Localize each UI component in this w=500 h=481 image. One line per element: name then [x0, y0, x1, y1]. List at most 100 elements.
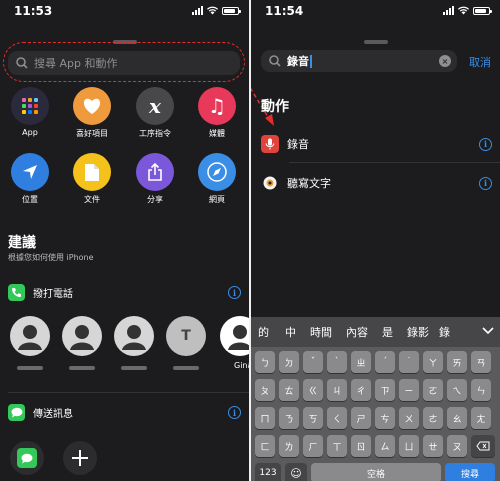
- contact-avatar[interactable]: T: [166, 316, 206, 370]
- category-scripting[interactable]: x 工序指令: [130, 87, 180, 139]
- key[interactable]: ㄍ: [303, 379, 323, 401]
- category-label: 文件: [84, 195, 100, 204]
- music-icon: ♫: [198, 87, 236, 125]
- cancel-button[interactable]: 取消: [469, 54, 491, 70]
- candidate-word[interactable]: 是: [382, 324, 393, 340]
- keyboard: 的 中 時間 內容 是 錄影 錄 ㄅ ㄉ ˇ ˋ ㄓ ˊ ˙ ㄚ ㄞ ㄢ ㄆ ㄊ…: [251, 317, 500, 481]
- key[interactable]: ㄨ: [399, 407, 419, 429]
- key[interactable]: ㄘ: [375, 407, 395, 429]
- key[interactable]: ㄅ: [255, 351, 275, 373]
- key[interactable]: ㄑ: [327, 407, 347, 429]
- key[interactable]: ㄣ: [471, 379, 491, 401]
- contact-avatar[interactable]: [62, 316, 102, 370]
- info-icon[interactable]: i: [479, 137, 492, 151]
- message-icon: [8, 404, 25, 421]
- action-row-dictate[interactable]: 聽寫文字 i: [261, 174, 492, 192]
- candidate-word[interactable]: 錄: [439, 324, 450, 340]
- key[interactable]: ㄡ: [447, 435, 467, 457]
- key[interactable]: ㄙ: [375, 435, 395, 457]
- contact-name: Gina: [234, 361, 249, 370]
- key[interactable]: ㄈ: [255, 435, 275, 457]
- key[interactable]: ㄒ: [327, 435, 347, 457]
- share-icon: [136, 153, 174, 191]
- category-web[interactable]: 網頁: [192, 153, 242, 205]
- candidate-bar: 的 中 時間 內容 是 錄影 錄: [251, 317, 500, 347]
- search-key[interactable]: 搜尋: [445, 463, 495, 481]
- key[interactable]: ㄇ: [255, 407, 275, 429]
- chevron-down-icon[interactable]: [482, 327, 494, 335]
- text-caret: [310, 54, 312, 68]
- sheet-grabber[interactable]: [363, 40, 388, 44]
- search-icon: [269, 55, 281, 67]
- category-favorites[interactable]: 喜好項目: [67, 87, 117, 139]
- key[interactable]: ㄝ: [423, 435, 443, 457]
- category-documents[interactable]: 文件: [67, 153, 117, 205]
- candidate-word[interactable]: 內容: [346, 324, 368, 340]
- key[interactable]: ㄋ: [279, 407, 299, 429]
- status-bar: 11:53: [0, 0, 249, 22]
- key[interactable]: ㄞ: [447, 351, 467, 373]
- key[interactable]: ㄚ: [423, 351, 443, 373]
- contact-avatar[interactable]: [114, 316, 154, 370]
- category-media[interactable]: ♫ 媒體: [192, 87, 242, 139]
- script-icon: x: [136, 87, 174, 125]
- search-icon: [16, 57, 28, 69]
- info-icon[interactable]: i: [228, 406, 241, 419]
- key[interactable]: ㄎ: [303, 407, 323, 429]
- key[interactable]: ㄗ: [375, 379, 395, 401]
- message-suggestion-row[interactable]: 傳送訊息 i: [8, 404, 241, 421]
- category-share[interactable]: 分享: [130, 153, 180, 205]
- action-row-record[interactable]: 錄音 i: [261, 135, 492, 153]
- key[interactable]: ㄏ: [303, 435, 323, 457]
- key[interactable]: ˋ: [327, 351, 347, 373]
- candidate-word[interactable]: 的: [258, 324, 269, 340]
- heart-icon: [73, 87, 111, 125]
- key[interactable]: ˙: [399, 351, 419, 373]
- key[interactable]: ㄤ: [471, 407, 491, 429]
- call-suggestion-row[interactable]: 撥打電話 i: [8, 284, 241, 301]
- key[interactable]: ㄊ: [279, 379, 299, 401]
- add-button[interactable]: [63, 441, 97, 475]
- key[interactable]: ㄆ: [255, 379, 275, 401]
- candidate-word[interactable]: 錄影: [407, 324, 429, 340]
- key[interactable]: ㄩ: [399, 435, 419, 457]
- key[interactable]: ˇ: [303, 351, 323, 373]
- messages-contact-button[interactable]: [10, 441, 44, 475]
- info-icon[interactable]: i: [228, 286, 241, 299]
- key[interactable]: ㄕ: [351, 407, 371, 429]
- key[interactable]: ㄌ: [279, 435, 299, 457]
- emoji-key[interactable]: ☺: [285, 463, 307, 481]
- key[interactable]: ˊ: [375, 351, 395, 373]
- space-key[interactable]: 空格: [311, 463, 441, 481]
- key[interactable]: ㄉ: [279, 351, 299, 373]
- category-label: 分享: [147, 195, 163, 204]
- key[interactable]: ㄔ: [351, 379, 371, 401]
- candidate-word[interactable]: 中: [285, 324, 296, 340]
- category-label: 網頁: [209, 195, 225, 204]
- key[interactable]: ㄓ: [351, 351, 371, 373]
- status-time: 11:54: [265, 4, 304, 18]
- search-field[interactable]: 錄音 ×: [261, 50, 457, 72]
- clear-icon[interactable]: ×: [439, 55, 451, 67]
- key[interactable]: ㄖ: [351, 435, 371, 457]
- search-field[interactable]: 搜尋 App 和動作: [8, 51, 240, 75]
- info-icon[interactable]: i: [479, 176, 492, 190]
- key[interactable]: ㄧ: [399, 379, 419, 401]
- action-label: 錄音: [287, 138, 309, 151]
- delete-key[interactable]: [471, 435, 495, 457]
- candidate-word[interactable]: 時間: [310, 324, 332, 340]
- microphone-icon: [261, 135, 279, 153]
- key[interactable]: ㄢ: [471, 351, 491, 373]
- category-location[interactable]: 位置: [5, 153, 55, 205]
- numbers-key[interactable]: 123: [255, 463, 281, 481]
- contact-avatar-gina[interactable]: Gina: [220, 316, 249, 370]
- wifi-icon: [207, 6, 218, 15]
- key[interactable]: ㄠ: [447, 407, 467, 429]
- key[interactable]: ㄟ: [447, 379, 467, 401]
- key[interactable]: ㄐ: [327, 379, 347, 401]
- key[interactable]: ㄛ: [423, 379, 443, 401]
- message-label: 傳送訊息: [33, 409, 73, 420]
- category-app[interactable]: App: [5, 87, 55, 137]
- key[interactable]: ㄜ: [423, 407, 443, 429]
- contact-avatar[interactable]: [10, 316, 50, 370]
